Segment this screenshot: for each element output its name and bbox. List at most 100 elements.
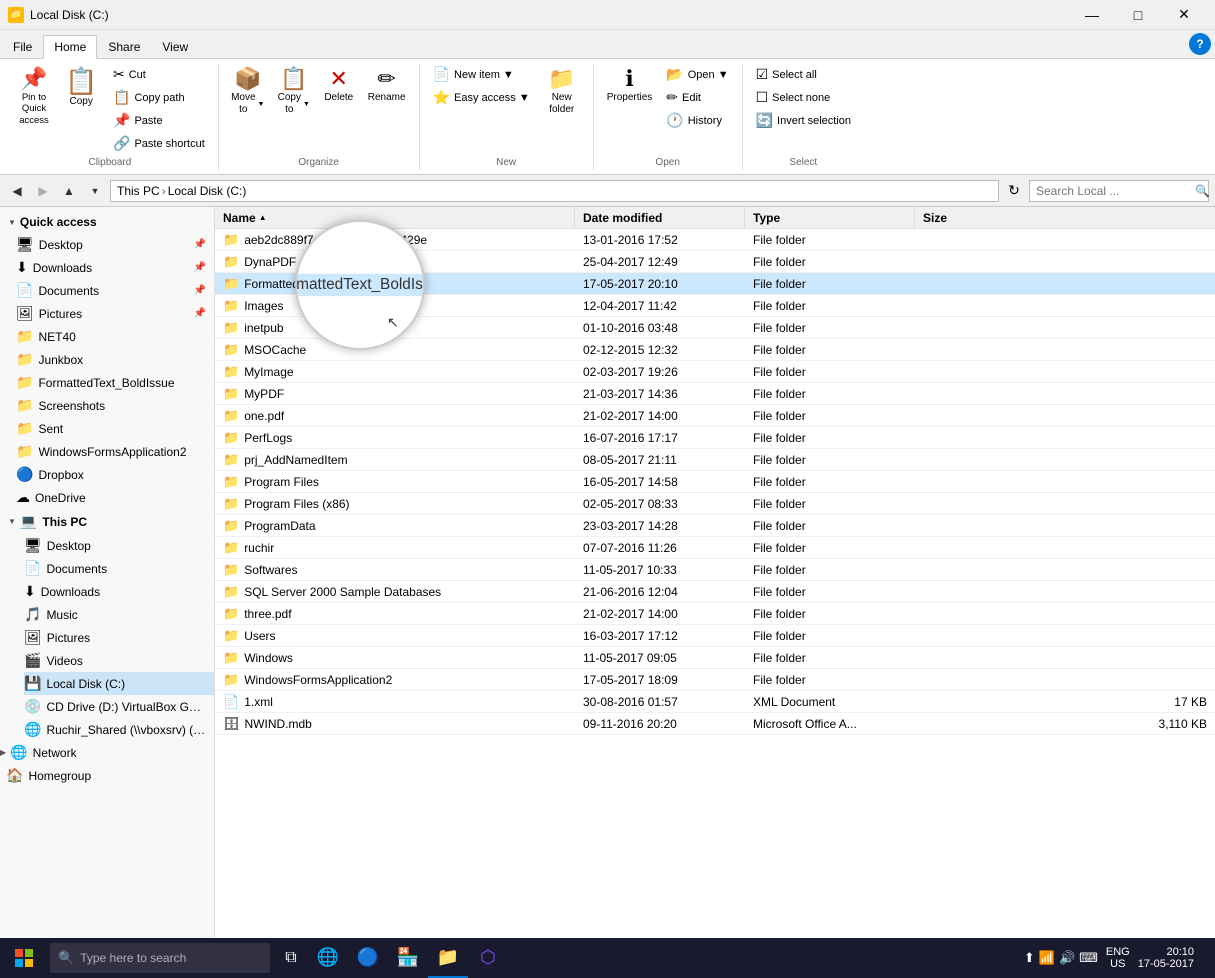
pin-to-quick-access-button[interactable]: 📌 Pin to Quickaccess: [8, 63, 60, 131]
quick-access-header[interactable]: ▼ Quick access: [0, 211, 214, 233]
table-row[interactable]: 📁prj_AddNamedItem 08-05-2017 21:11 File …: [215, 449, 1215, 471]
table-row[interactable]: 📁MSOCache 02-12-2015 12:32 File folder: [215, 339, 1215, 361]
table-row[interactable]: 📁inetpub 01-10-2016 03:48 File folder: [215, 317, 1215, 339]
sidebar-item-homegroup[interactable]: 🏠 Homegroup: [0, 764, 214, 787]
table-row[interactable]: 📁DynaPDF 4.0 25-04-2017 12:49 File folde…: [215, 251, 1215, 273]
table-row[interactable]: 📁Program Files (x86) 02-05-2017 08:33 Fi…: [215, 493, 1215, 515]
table-row[interactable]: 🗄NWIND.mdb 09-11-2016 20:20 Microsoft Of…: [215, 713, 1215, 735]
table-row[interactable]: 📁Windows 11-05-2017 09:05 File folder: [215, 647, 1215, 669]
table-row[interactable]: 📄1.xml 30-08-2016 01:57 XML Document 17 …: [215, 691, 1215, 713]
copy-to-button[interactable]: 📋 Copyto ▼: [271, 63, 317, 121]
sidebar-item-cd-drive-d-virtualbox-guest...[interactable]: 💿CD Drive (D:) VirtualBox Guest...: [24, 695, 214, 718]
sidebar-item-desktop[interactable]: 🖥Desktop📌: [16, 233, 214, 256]
sidebar-item-ruchir_shared-vboxsrv-e[interactable]: 🌐Ruchir_Shared (\\vboxsrv) (E:): [24, 718, 214, 741]
table-row[interactable]: 📁SQL Server 2000 Sample Databases 21-06-…: [215, 581, 1215, 603]
table-row[interactable]: 📁WindowsFormsApplication2 17-05-2017 18:…: [215, 669, 1215, 691]
this-pc-header[interactable]: ▼ 💻 This PC: [0, 509, 214, 534]
new-folder-button[interactable]: 📁 Newfolder: [537, 63, 587, 121]
invert-selection-button[interactable]: 🔄 Invert selection: [749, 109, 858, 132]
sidebar-item-documents[interactable]: 📄Documents📌: [16, 279, 214, 302]
start-button[interactable]: [4, 938, 44, 978]
keyboard-icon[interactable]: ⌨: [1079, 950, 1098, 966]
select-none-button[interactable]: ☐ Select none: [749, 86, 858, 109]
tab-share[interactable]: Share: [97, 35, 151, 58]
path-this-pc[interactable]: This PC: [117, 184, 160, 198]
move-to-button[interactable]: 📦 Moveto ▼: [225, 63, 271, 121]
sidebar-item-desktop[interactable]: 🖥Desktop: [24, 534, 214, 557]
sidebar-item-downloads[interactable]: ⬇Downloads: [24, 580, 214, 603]
minimize-button[interactable]: —: [1069, 0, 1115, 30]
sidebar-item-pictures[interactable]: 🖼Pictures: [24, 626, 214, 649]
taskbar-app-chrome[interactable]: 🔵: [348, 938, 388, 978]
task-view-button[interactable]: ⧉: [276, 938, 306, 978]
paste-shortcut-button[interactable]: 🔗 Paste shortcut: [106, 132, 212, 155]
tab-view[interactable]: View: [151, 35, 199, 58]
sidebar-item-windowsformsapplication2[interactable]: 📁WindowsFormsApplication2: [16, 440, 214, 463]
search-input[interactable]: [1036, 184, 1191, 198]
table-row[interactable]: 📁FormattedText_BoldIssue 17-05-2017 20:1…: [215, 273, 1215, 295]
tab-file[interactable]: File: [2, 35, 43, 58]
address-path[interactable]: This PC › Local Disk (C:): [110, 180, 999, 202]
sidebar-item-downloads[interactable]: ⬇Downloads📌: [16, 256, 214, 279]
select-all-button[interactable]: ☑ Select all: [749, 63, 858, 86]
column-header-name[interactable]: Name ▲: [215, 207, 575, 228]
taskbar-app-vs[interactable]: ⬡: [468, 938, 508, 978]
table-row[interactable]: 📁Images 12-04-2017 11:42 File folder: [215, 295, 1215, 317]
table-row[interactable]: 📁aeb2dc889f7ddfa4b17f728b1429e 13-01-201…: [215, 229, 1215, 251]
table-row[interactable]: 📁ruchir 07-07-2016 11:26 File folder: [215, 537, 1215, 559]
show-desktop-button[interactable]: [1198, 938, 1203, 978]
edit-button[interactable]: ✏ Edit: [659, 86, 735, 109]
table-row[interactable]: 📁three.pdf 21-02-2017 14:00 File folder: [215, 603, 1215, 625]
history-button[interactable]: 🕐 History: [659, 109, 735, 132]
notification-icon[interactable]: ⬆: [1024, 950, 1035, 966]
tab-home[interactable]: Home: [43, 35, 97, 59]
help-button[interactable]: ?: [1189, 33, 1211, 55]
clock-display[interactable]: 20:10 17-05-2017: [1138, 946, 1194, 970]
delete-button[interactable]: ✕ Delete: [317, 63, 361, 109]
taskbar-app-store[interactable]: 🏪: [388, 938, 428, 978]
close-button[interactable]: ✕: [1161, 0, 1207, 30]
column-header-type[interactable]: Type: [745, 207, 915, 228]
forward-button[interactable]: ▶: [32, 180, 54, 202]
paste-button[interactable]: 📌 Paste: [106, 109, 212, 132]
sidebar-item-junkbox[interactable]: 📁Junkbox: [16, 348, 214, 371]
path-local-disk[interactable]: Local Disk (C:): [168, 184, 247, 198]
easy-access-button[interactable]: ⭐ Easy access ▼: [426, 86, 537, 109]
up-button[interactable]: ▲: [58, 180, 80, 202]
table-row[interactable]: 📁one.pdf 21-02-2017 14:00 File folder: [215, 405, 1215, 427]
sidebar-item-network[interactable]: ▶ 🌐 Network: [0, 741, 214, 764]
sidebar-item-dropbox[interactable]: 🔵 Dropbox: [16, 463, 214, 486]
sidebar-item-formattedtext_boldissue[interactable]: 📁FormattedText_BoldIssue: [16, 371, 214, 394]
table-row[interactable]: 📁MyPDF 21-03-2017 14:36 File folder: [215, 383, 1215, 405]
properties-button[interactable]: ℹ Properties: [600, 63, 660, 109]
table-row[interactable]: 📁Program Files 16-05-2017 14:58 File fol…: [215, 471, 1215, 493]
column-header-date[interactable]: Date modified: [575, 207, 745, 228]
sidebar-item-music[interactable]: 🎵Music: [24, 603, 214, 626]
maximize-button[interactable]: □: [1115, 0, 1161, 30]
recent-locations-button[interactable]: ▼: [84, 180, 106, 202]
network-status-icon[interactable]: 📶: [1039, 950, 1055, 966]
cut-button[interactable]: ✂ Cut: [106, 63, 212, 86]
new-item-button[interactable]: 📄 New item ▼: [426, 63, 537, 86]
back-button[interactable]: ◀: [6, 180, 28, 202]
volume-icon[interactable]: 🔊: [1059, 950, 1075, 966]
sidebar-item-sent[interactable]: 📁Sent: [16, 417, 214, 440]
sidebar-item-screenshots[interactable]: 📁Screenshots: [16, 394, 214, 417]
sidebar-item-pictures[interactable]: 🖼Pictures📌: [16, 302, 214, 325]
sidebar-item-local-disk-c[interactable]: 💾Local Disk (C:): [24, 672, 214, 695]
table-row[interactable]: 📁Users 16-03-2017 17:12 File folder: [215, 625, 1215, 647]
copy-button[interactable]: 📋 Copy: [60, 63, 104, 113]
refresh-button[interactable]: ↻: [1003, 180, 1025, 202]
taskbar-app-edge[interactable]: 🌐: [308, 938, 348, 978]
table-row[interactable]: 📁ProgramData 23-03-2017 14:28 File folde…: [215, 515, 1215, 537]
taskbar-app-explorer[interactable]: 📁: [428, 938, 468, 978]
locale-display[interactable]: ENG US: [1106, 946, 1130, 970]
copy-path-button[interactable]: 📋 Copy path: [106, 86, 212, 109]
sidebar-item-onedrive[interactable]: ☁ OneDrive: [16, 486, 214, 509]
sidebar-item-net40[interactable]: 📁NET40: [16, 325, 214, 348]
table-row[interactable]: 📁PerfLogs 16-07-2016 17:17 File folder: [215, 427, 1215, 449]
table-row[interactable]: 📁Softwares 11-05-2017 10:33 File folder: [215, 559, 1215, 581]
table-row[interactable]: 📁MyImage 02-03-2017 19:26 File folder: [215, 361, 1215, 383]
open-button[interactable]: 📂 Open ▼: [659, 63, 735, 86]
taskbar-search-bar[interactable]: 🔍 Type here to search: [50, 943, 270, 973]
